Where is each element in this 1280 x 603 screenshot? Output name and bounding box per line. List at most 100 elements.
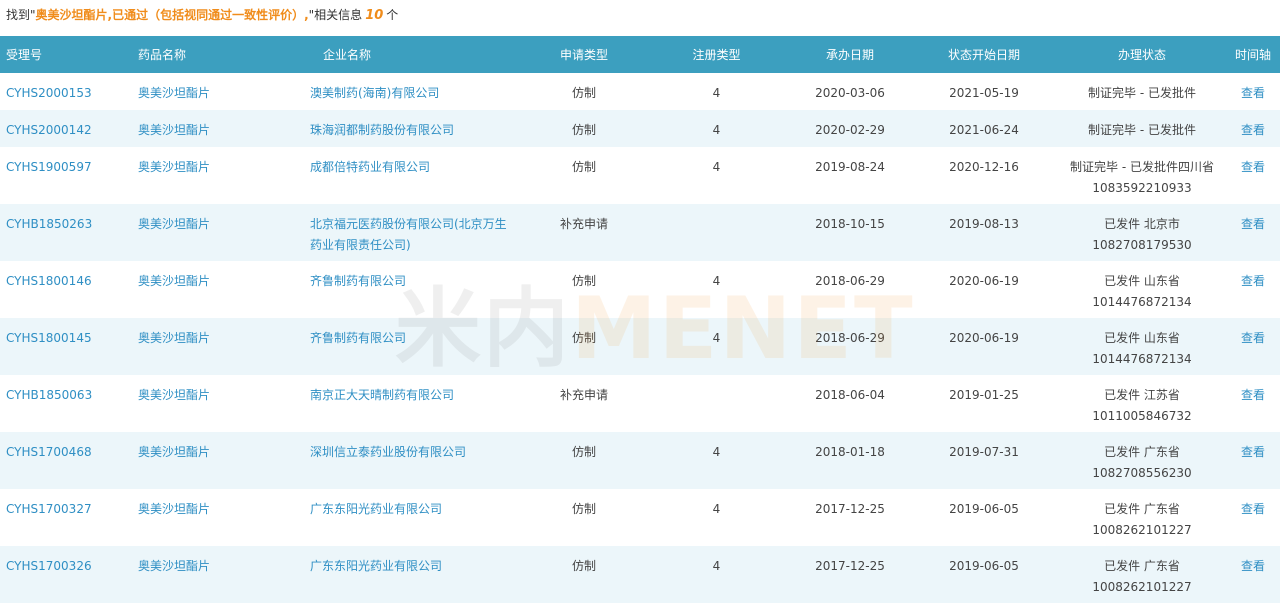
application-type: 仿制 — [571, 160, 596, 174]
registration-type: 4 — [712, 123, 721, 137]
application-type: 仿制 — [571, 123, 596, 137]
application-type: 仿制 — [571, 86, 596, 100]
summary-suffix: 个 — [386, 8, 399, 22]
drug-name-link[interactable]: 奥美沙坦酯片 — [125, 318, 310, 375]
summary-prefix: 找到" — [6, 8, 36, 22]
application-type: 仿制 — [571, 274, 596, 288]
drug-name-link[interactable]: 奥美沙坦酯片 — [125, 147, 310, 204]
processing-status: 已发件 北京市 1082708179530 — [1092, 217, 1192, 252]
undertake-date: 2019-08-24 — [815, 160, 885, 174]
registration-type: 4 — [712, 331, 721, 345]
table-row: CYHS1700468 奥美沙坦酯片 深圳信立泰药业股份有限公司 仿制 4 20… — [0, 432, 1280, 489]
undertake-date: 2017-12-25 — [815, 559, 885, 573]
status-start-date: 2020-12-16 — [949, 160, 1019, 174]
acceptance-no-link[interactable]: CYHS1700327 — [0, 489, 125, 546]
company-name-link[interactable]: 齐鲁制药有限公司 — [310, 318, 525, 375]
drug-name-link[interactable]: 奥美沙坦酯片 — [125, 546, 310, 603]
view-timeline-link[interactable]: 查看 — [1226, 318, 1280, 375]
application-type: 仿制 — [571, 559, 596, 573]
processing-status: 已发件 广东省 1008262101227 — [1092, 559, 1192, 594]
status-start-date: 2019-07-31 — [949, 445, 1019, 459]
undertake-date: 2020-03-06 — [815, 86, 885, 100]
header-timeline: 时间轴 — [1234, 48, 1271, 62]
company-name-link[interactable]: 南京正大天晴制药有限公司 — [310, 375, 525, 432]
processing-status: 已发件 山东省 1014476872134 — [1092, 274, 1192, 309]
registration-type: 4 — [712, 445, 721, 459]
undertake-date: 2020-02-29 — [815, 123, 885, 137]
drug-name-link[interactable]: 奥美沙坦酯片 — [125, 261, 310, 318]
view-timeline-link[interactable]: 查看 — [1226, 489, 1280, 546]
drug-name-link[interactable]: 奥美沙坦酯片 — [125, 73, 310, 110]
results-table: 受理号 药品名称 企业名称 申请类型 注册类型 承办日期 状态开始日期 办理状态… — [0, 36, 1280, 603]
acceptance-no-link[interactable]: CYHS1800145 — [0, 318, 125, 375]
acceptance-no-link[interactable]: CYHB1850263 — [0, 204, 125, 261]
header-acceptance-no: 受理号 — [6, 48, 43, 62]
processing-status: 制证完毕 - 已发批件 — [1088, 123, 1196, 137]
company-name-link[interactable]: 北京福元医药股份有限公司(北京万生药业有限责任公司) — [310, 204, 525, 261]
view-timeline-link[interactable]: 查看 — [1226, 432, 1280, 489]
undertake-date: 2017-12-25 — [815, 502, 885, 516]
view-timeline-link[interactable]: 查看 — [1226, 375, 1280, 432]
table-row: CYHS2000153 奥美沙坦酯片 澳美制药(海南)有限公司 仿制 4 202… — [0, 73, 1280, 110]
status-start-date: 2020-06-19 — [949, 331, 1019, 345]
company-name-link[interactable]: 成都倍特药业有限公司 — [310, 147, 525, 204]
company-name-link[interactable]: 齐鲁制药有限公司 — [310, 261, 525, 318]
acceptance-no-link[interactable]: CYHS2000153 — [0, 73, 125, 110]
drug-name-link[interactable]: 奥美沙坦酯片 — [125, 489, 310, 546]
view-timeline-link[interactable]: 查看 — [1226, 261, 1280, 318]
application-type: 仿制 — [571, 331, 596, 345]
company-name-link[interactable]: 广东东阳光药业有限公司 — [310, 489, 525, 546]
registration-type: 4 — [712, 160, 721, 174]
undertake-date: 2018-10-15 — [815, 217, 885, 231]
summary-mid: "相关信息 — [308, 8, 363, 22]
company-name-link[interactable]: 广东东阳光药业有限公司 — [310, 546, 525, 603]
summary-query: 奥美沙坦酯片,已通过（包括视同通过一致性评价）, — [35, 8, 309, 22]
table-row: CYHS1800145 奥美沙坦酯片 齐鲁制药有限公司 仿制 4 2018-06… — [0, 318, 1280, 375]
view-timeline-link[interactable]: 查看 — [1226, 73, 1280, 110]
application-type: 仿制 — [571, 502, 596, 516]
registration-type — [643, 204, 790, 261]
processing-status: 已发件 山东省 1014476872134 — [1092, 331, 1192, 366]
company-name-link[interactable]: 深圳信立泰药业股份有限公司 — [310, 432, 525, 489]
registration-type — [643, 375, 790, 432]
registration-type: 4 — [712, 274, 721, 288]
application-type: 补充申请 — [559, 217, 608, 231]
acceptance-no-link[interactable]: CYHS2000142 — [0, 110, 125, 147]
undertake-date: 2018-06-29 — [815, 331, 885, 345]
registration-type: 4 — [712, 559, 721, 573]
status-start-date: 2019-06-05 — [949, 559, 1019, 573]
acceptance-no-link[interactable]: CYHB1850063 — [0, 375, 125, 432]
processing-status: 制证完毕 - 已发批件四川省 1083592210933 — [1070, 160, 1214, 195]
table-row: CYHB1850063 奥美沙坦酯片 南京正大天晴制药有限公司 补充申请 201… — [0, 375, 1280, 432]
header-processing-status: 办理状态 — [1117, 48, 1166, 62]
undertake-date: 2018-06-29 — [815, 274, 885, 288]
drug-name-link[interactable]: 奥美沙坦酯片 — [125, 432, 310, 489]
drug-name-link[interactable]: 奥美沙坦酯片 — [125, 204, 310, 261]
header-registration-type: 注册类型 — [692, 48, 741, 62]
application-type: 仿制 — [571, 445, 596, 459]
acceptance-no-link[interactable]: CYHS1700326 — [0, 546, 125, 603]
view-timeline-link[interactable]: 查看 — [1226, 110, 1280, 147]
table-header-row: 受理号 药品名称 企业名称 申请类型 注册类型 承办日期 状态开始日期 办理状态… — [0, 36, 1280, 73]
view-timeline-link[interactable]: 查看 — [1226, 546, 1280, 603]
view-timeline-link[interactable]: 查看 — [1226, 204, 1280, 261]
drug-name-link[interactable]: 奥美沙坦酯片 — [125, 110, 310, 147]
status-start-date: 2019-08-13 — [949, 217, 1019, 231]
status-start-date: 2021-06-24 — [949, 123, 1019, 137]
table-row: CYHS2000142 奥美沙坦酯片 珠海润都制药股份有限公司 仿制 4 202… — [0, 110, 1280, 147]
view-timeline-link[interactable]: 查看 — [1226, 147, 1280, 204]
table-row: CYHS1700327 奥美沙坦酯片 广东东阳光药业有限公司 仿制 4 2017… — [0, 489, 1280, 546]
processing-status: 制证完毕 - 已发批件 — [1088, 86, 1196, 100]
undertake-date: 2018-06-04 — [815, 388, 885, 402]
company-name-link[interactable]: 珠海润都制药股份有限公司 — [310, 110, 525, 147]
header-drug-name: 药品名称 — [138, 48, 187, 62]
acceptance-no-link[interactable]: CYHS1900597 — [0, 147, 125, 204]
drug-name-link[interactable]: 奥美沙坦酯片 — [125, 375, 310, 432]
header-company-name: 企业名称 — [323, 48, 372, 62]
table-row: CYHS1700326 奥美沙坦酯片 广东东阳光药业有限公司 仿制 4 2017… — [0, 546, 1280, 603]
undertake-date: 2018-01-18 — [815, 445, 885, 459]
company-name-link[interactable]: 澳美制药(海南)有限公司 — [310, 73, 525, 110]
registration-type: 4 — [712, 502, 721, 516]
acceptance-no-link[interactable]: CYHS1700468 — [0, 432, 125, 489]
acceptance-no-link[interactable]: CYHS1800146 — [0, 261, 125, 318]
